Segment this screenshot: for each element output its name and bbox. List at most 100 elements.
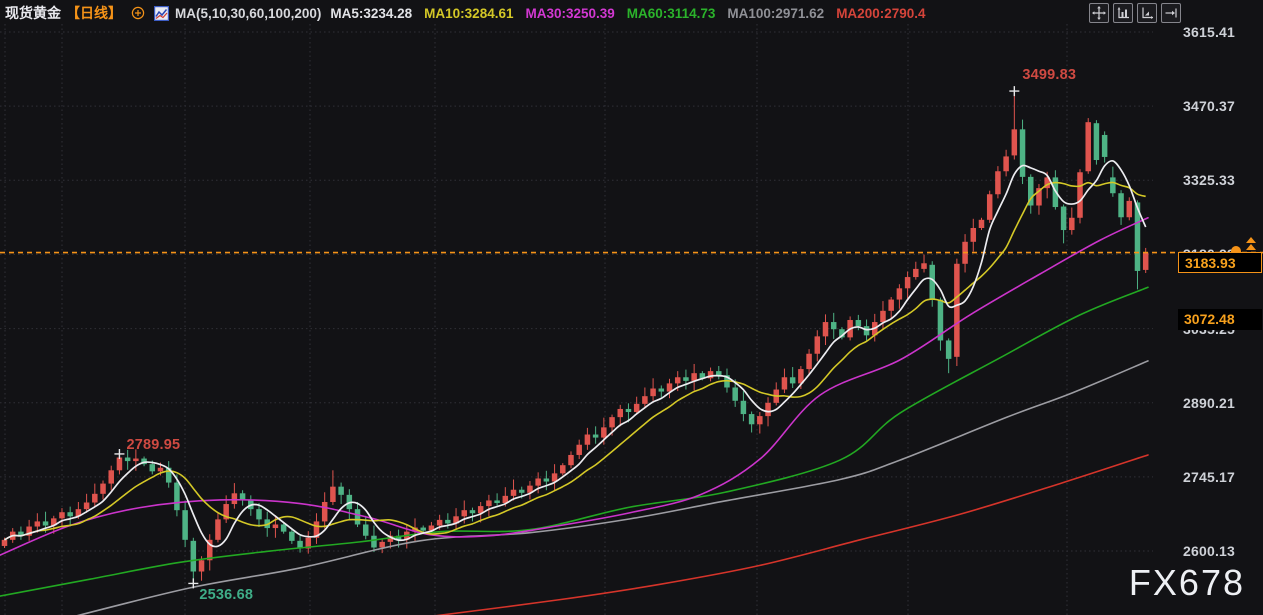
- candle-body: [35, 521, 41, 526]
- timeframe-label[interactable]: 【日线】: [66, 3, 122, 23]
- candle-body: [199, 560, 205, 571]
- candle-body: [420, 528, 426, 531]
- candle-body: [1127, 201, 1133, 217]
- candle-body: [888, 300, 894, 311]
- candle-body: [626, 409, 632, 412]
- ma-legend-item: MA60:3114.73: [627, 6, 716, 21]
- candle-body: [568, 455, 574, 465]
- symbol-title: 现货黄金: [5, 3, 61, 23]
- ma-legend-item: MA100:2971.62: [727, 6, 824, 21]
- candle-body: [215, 519, 221, 539]
- candle-body: [831, 322, 837, 329]
- candle-body: [1077, 172, 1083, 217]
- candle-body: [117, 458, 123, 471]
- candle-body: [379, 542, 385, 548]
- ma-legend-item: MA200:2790.4: [836, 6, 925, 21]
- candle-body: [182, 510, 188, 540]
- candle-body: [133, 459, 139, 462]
- candle-body: [1003, 156, 1009, 171]
- candle-body: [576, 445, 582, 455]
- price-marker-dome-icon[interactable]: [1231, 246, 1241, 252]
- candle-body: [544, 478, 550, 481]
- candle-body: [642, 396, 648, 404]
- price-axis[interactable]: 2600.132745.172890.213035.253180.293325.…: [1178, 0, 1263, 615]
- ma-legend-item: MA10:3284.61: [424, 6, 513, 21]
- price-extreme-label: 2789.95: [126, 437, 180, 453]
- line-chart-icon[interactable]: [154, 6, 169, 21]
- candle-body: [650, 389, 656, 397]
- pan-icon[interactable]: [1089, 3, 1109, 23]
- price-extreme-label: 2536.68: [199, 587, 253, 603]
- ma-summary-label: MA(5,10,30,60,100,200): [175, 6, 321, 21]
- candle-body: [445, 520, 451, 524]
- double-up-arrow-icon[interactable]: [1246, 237, 1258, 251]
- candle-body: [741, 401, 747, 414]
- axis-price-label: 3615.41: [1183, 24, 1235, 40]
- candle-body: [757, 416, 763, 424]
- candle-body: [593, 435, 599, 438]
- candle-body: [782, 377, 788, 389]
- candle-body: [100, 484, 106, 494]
- axis-price-label: 2890.21: [1183, 395, 1235, 411]
- candle-body: [716, 371, 722, 375]
- candle-body: [191, 541, 197, 572]
- candle-body: [511, 490, 517, 496]
- price-chart-canvas[interactable]: [0, 0, 1263, 615]
- candle-body: [749, 414, 755, 424]
- candle-body: [823, 322, 829, 336]
- candle-body: [1110, 177, 1116, 193]
- candle-body: [1069, 218, 1075, 230]
- extreme-cross-marker: [1009, 86, 1019, 96]
- candle-body: [806, 354, 812, 369]
- price-extreme-label: 3499.83: [1022, 67, 1076, 83]
- axis-scale-left-icon[interactable]: [1113, 3, 1133, 23]
- axis-price-label: 2745.17: [1183, 469, 1235, 485]
- candle-body: [256, 509, 262, 519]
- candle-body: [790, 377, 796, 383]
- candle-body: [856, 320, 862, 326]
- candle-body: [322, 502, 328, 521]
- jump-to-latest-icon[interactable]: [1161, 3, 1181, 23]
- ma-line-ma30: [0, 218, 1148, 555]
- candle-body: [59, 512, 65, 518]
- axis-price-label: 3325.33: [1183, 172, 1235, 188]
- candle-body: [1118, 193, 1124, 217]
- candle-body: [158, 468, 164, 472]
- axis-scale-right-icon[interactable]: [1137, 3, 1157, 23]
- candle-body: [683, 377, 689, 381]
- chart-toolbar: [1089, 3, 1181, 23]
- candle-body: [84, 503, 90, 510]
- candle-body: [864, 326, 870, 335]
- candle-body: [43, 521, 49, 525]
- candle-body: [125, 458, 130, 462]
- candle-body: [470, 510, 476, 513]
- candle-body: [585, 435, 591, 445]
- candle-body: [363, 524, 369, 535]
- candle-body: [1143, 253, 1149, 270]
- ma-legend: MA5:3234.28MA10:3284.61MA30:3250.39MA60:…: [330, 6, 925, 21]
- candle-body: [905, 277, 911, 288]
- candle-body: [108, 470, 114, 483]
- candle-body: [371, 536, 377, 548]
- candle-body: [150, 464, 156, 471]
- candle-body: [462, 510, 468, 516]
- candle-body: [880, 311, 886, 322]
- candle-body: [494, 500, 500, 503]
- candle-body: [691, 373, 697, 381]
- candle-body: [732, 387, 738, 400]
- ma-legend-item: MA30:3250.39: [525, 6, 614, 21]
- watermark: FX678: [1129, 562, 1245, 604]
- candle-body: [519, 490, 525, 493]
- candle-body: [273, 524, 279, 528]
- ma-line-ma100: [70, 361, 1148, 615]
- candle-body: [954, 264, 960, 357]
- candle-body: [609, 417, 615, 427]
- candle-body: [1085, 122, 1091, 171]
- secondary-price-label: 3072.48: [1178, 309, 1262, 330]
- add-indicator-icon[interactable]: [131, 6, 145, 20]
- candle-body: [979, 220, 985, 228]
- candle-body: [815, 336, 821, 353]
- candle-body: [987, 194, 993, 220]
- candle-body: [289, 532, 295, 541]
- candle-body: [634, 404, 640, 412]
